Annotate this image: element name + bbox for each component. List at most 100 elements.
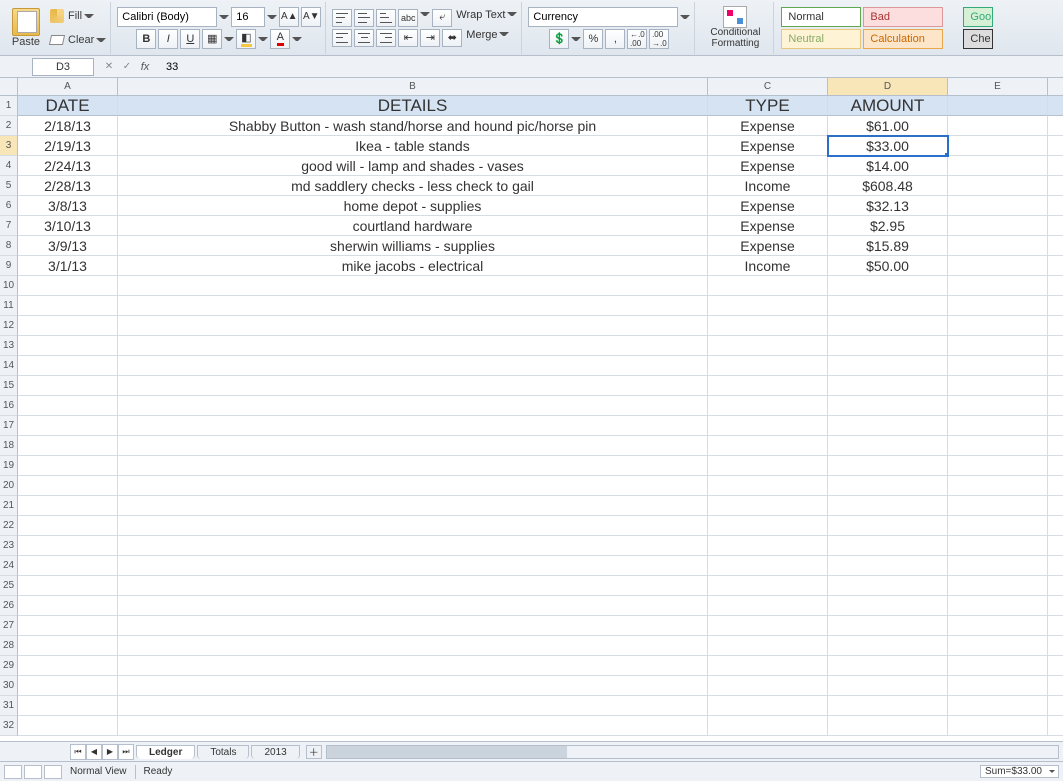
row-header-18[interactable]: 18 (0, 436, 18, 456)
cell[interactable] (828, 356, 948, 376)
sheet-tab-totals[interactable]: Totals (197, 745, 249, 759)
cell[interactable] (1048, 476, 1063, 496)
cell[interactable] (708, 336, 828, 356)
underline-button[interactable]: U (180, 29, 200, 49)
cell[interactable] (1048, 396, 1063, 416)
cell[interactable] (948, 656, 1048, 676)
cell[interactable] (1048, 696, 1063, 716)
cell[interactable] (18, 496, 118, 516)
cell[interactable] (18, 336, 118, 356)
cell[interactable] (118, 696, 708, 716)
cell[interactable] (708, 296, 828, 316)
cell[interactable] (948, 556, 1048, 576)
cell[interactable] (1048, 276, 1063, 296)
cell[interactable] (708, 476, 828, 496)
cell[interactable]: $32.13 (828, 196, 948, 216)
cell[interactable] (708, 536, 828, 556)
style-calculation[interactable]: Calculation (863, 29, 943, 49)
row-header-27[interactable]: 27 (0, 616, 18, 636)
cell[interactable] (708, 356, 828, 376)
cell[interactable] (828, 436, 948, 456)
cell[interactable] (828, 676, 948, 696)
cell[interactable] (118, 276, 708, 296)
cell[interactable]: Ikea - table stands (118, 136, 708, 156)
cell[interactable]: Expense (708, 216, 828, 236)
cell[interactable] (118, 556, 708, 576)
cell[interactable] (18, 436, 118, 456)
col-header-B[interactable]: B (118, 78, 708, 96)
cell[interactable] (18, 676, 118, 696)
cell[interactable]: good will - lamp and shades - vases (118, 156, 708, 176)
cell[interactable] (948, 196, 1048, 216)
cell[interactable]: 3/10/13 (18, 216, 118, 236)
cell[interactable] (708, 496, 828, 516)
cell[interactable] (708, 396, 828, 416)
cell[interactable] (828, 376, 948, 396)
cell[interactable] (948, 516, 1048, 536)
cell[interactable] (1048, 96, 1063, 116)
style-normal[interactable]: Normal (781, 7, 861, 27)
cell[interactable] (118, 376, 708, 396)
align-center-button[interactable] (354, 29, 374, 47)
style-bad[interactable]: Bad (863, 7, 943, 27)
row-header-29[interactable]: 29 (0, 656, 18, 676)
row-header-2[interactable]: 2 (0, 116, 18, 136)
style-check[interactable]: Che (963, 29, 993, 49)
cell[interactable] (1048, 236, 1063, 256)
row-header-7[interactable]: 7 (0, 216, 18, 236)
tab-nav-next[interactable]: ▶ (102, 744, 118, 760)
cell[interactable] (828, 416, 948, 436)
shrink-font-button[interactable]: A▼ (301, 7, 321, 27)
decrease-decimal-button[interactable]: .00→.0 (649, 29, 669, 49)
cell[interactable] (18, 596, 118, 616)
align-middle-button[interactable] (354, 9, 374, 27)
cell[interactable]: 3/1/13 (18, 256, 118, 276)
row-header-26[interactable]: 26 (0, 596, 18, 616)
cell[interactable] (118, 396, 708, 416)
comma-button[interactable]: , (605, 29, 625, 49)
cell[interactable] (948, 316, 1048, 336)
cell[interactable] (118, 716, 708, 736)
cell[interactable] (948, 336, 1048, 356)
col-header-A[interactable]: A (18, 78, 118, 96)
cell[interactable]: $15.89 (828, 236, 948, 256)
cell[interactable] (828, 396, 948, 416)
row-header-13[interactable]: 13 (0, 336, 18, 356)
cell[interactable]: Expense (708, 156, 828, 176)
chevron-down-icon[interactable] (292, 34, 302, 44)
cell[interactable]: 2/18/13 (18, 116, 118, 136)
grow-font-button[interactable]: A▲ (279, 7, 299, 27)
cell[interactable] (118, 536, 708, 556)
cell[interactable] (948, 456, 1048, 476)
cell[interactable] (1048, 336, 1063, 356)
row-header-15[interactable]: 15 (0, 376, 18, 396)
normal-view-button[interactable] (4, 765, 22, 779)
cell[interactable] (948, 716, 1048, 736)
cell[interactable] (18, 396, 118, 416)
decrease-indent-button[interactable]: ⇤ (398, 29, 418, 47)
cell[interactable] (1048, 636, 1063, 656)
border-button[interactable]: ▦ (202, 29, 222, 49)
cell[interactable] (708, 676, 828, 696)
cell[interactable] (18, 476, 118, 496)
cell[interactable]: $608.48 (828, 176, 948, 196)
cell[interactable] (118, 676, 708, 696)
cell[interactable] (708, 516, 828, 536)
cell[interactable] (1048, 556, 1063, 576)
chevron-down-icon[interactable] (267, 12, 277, 22)
cell[interactable] (708, 376, 828, 396)
cell[interactable] (948, 696, 1048, 716)
row-header-17[interactable]: 17 (0, 416, 18, 436)
cell[interactable] (828, 556, 948, 576)
row-header-16[interactable]: 16 (0, 396, 18, 416)
conditional-formatting-button[interactable]: Conditional Formatting (701, 6, 769, 49)
row-header-19[interactable]: 19 (0, 456, 18, 476)
row-header-9[interactable]: 9 (0, 256, 18, 276)
cell[interactable]: 2/19/13 (18, 136, 118, 156)
cell[interactable] (1048, 156, 1063, 176)
chevron-down-icon[interactable] (499, 29, 509, 39)
cell[interactable]: $33.00 (828, 136, 948, 156)
cell[interactable] (118, 516, 708, 536)
cell[interactable]: Shabby Button - wash stand/horse and hou… (118, 116, 708, 136)
currency-button[interactable]: 💲 (549, 29, 569, 49)
